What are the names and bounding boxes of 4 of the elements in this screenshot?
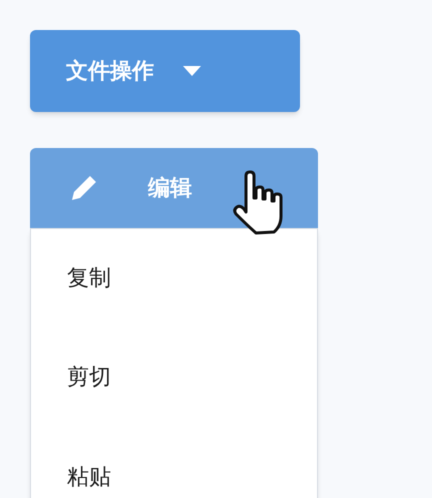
menu-item[interactable]: 粘贴 (31, 428, 317, 498)
caret-icon (182, 65, 202, 77)
menu-item[interactable]: 剪切 (31, 328, 317, 428)
menu-item[interactable]: 复制 (31, 229, 317, 328)
